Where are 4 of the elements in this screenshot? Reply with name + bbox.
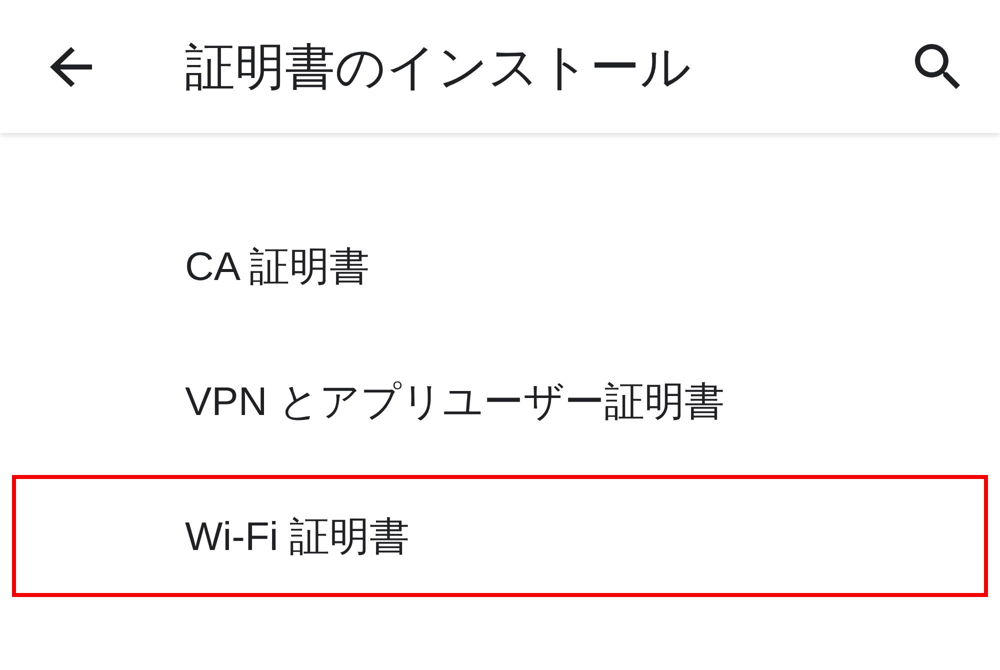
search-icon [915, 44, 960, 89]
arrow-left-icon [50, 46, 92, 86]
list-item[interactable]: Wi-Fi 証明書 [12, 475, 988, 597]
screen-title: 証明書のインストール [185, 38, 692, 96]
